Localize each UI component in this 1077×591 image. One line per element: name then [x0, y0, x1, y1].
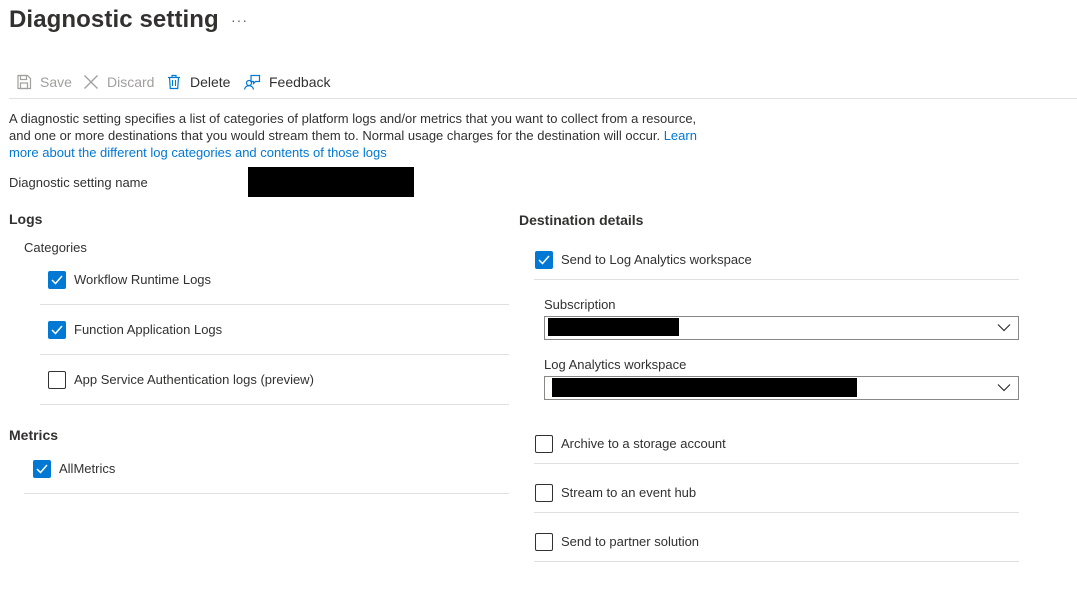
workspace-dropdown[interactable]: [544, 376, 1019, 400]
trash-icon: [168, 74, 180, 90]
destination-row-divider: [534, 561, 1019, 562]
categories-label: Categories: [24, 240, 87, 255]
logs-heading: Logs: [9, 211, 43, 227]
save-label: Save: [40, 74, 72, 90]
logs-row-divider: [40, 404, 509, 405]
allmetrics-label: AllMetrics: [59, 461, 116, 476]
partner-solution-label: Send to partner solution: [561, 534, 700, 549]
allmetrics-checkbox[interactable]: [33, 460, 51, 478]
log-analytics-checkbox[interactable]: [535, 251, 553, 269]
workspace-label: Log Analytics workspace: [544, 357, 687, 372]
app-service-auth-logs-label: App Service Authentication logs (preview…: [74, 372, 314, 387]
feedback-button[interactable]: Feedback: [243, 70, 330, 94]
workspace-value: [552, 378, 857, 397]
more-options-button[interactable]: ···: [231, 12, 248, 28]
archive-storage-label: Archive to a storage account: [561, 436, 726, 451]
archive-storage-checkbox[interactable]: [535, 435, 553, 453]
close-icon: [84, 75, 98, 89]
command-bar: Save Discard Delete Feedback: [0, 66, 1077, 98]
destination-heading: Destination details: [519, 212, 644, 228]
discard-label: Discard: [107, 74, 155, 90]
save-icon: [17, 74, 32, 90]
app-service-auth-logs-checkbox[interactable]: [48, 371, 66, 389]
workflow-runtime-logs-checkbox[interactable]: [48, 271, 66, 289]
destination-row-divider: [534, 279, 1019, 280]
setting-name-input[interactable]: [248, 167, 414, 197]
toolbar-divider: [9, 98, 1077, 99]
partner-solution-checkbox[interactable]: [535, 533, 553, 551]
feedback-label: Feedback: [269, 74, 331, 90]
metrics-heading: Metrics: [9, 427, 59, 443]
metrics-row-divider: [24, 493, 509, 494]
delete-label: Delete: [190, 74, 231, 90]
workflow-runtime-logs-label: Workflow Runtime Logs: [74, 272, 212, 287]
log-analytics-label: Send to Log Analytics workspace: [561, 252, 752, 267]
description-text: A diagnostic setting specifies a list of…: [9, 111, 697, 143]
function-application-logs-checkbox[interactable]: [48, 321, 66, 339]
chevron-down-icon: [997, 384, 1011, 392]
event-hub-checkbox[interactable]: [535, 484, 553, 502]
discard-button[interactable]: Discard: [83, 70, 154, 94]
checkmark-icon: [51, 275, 63, 285]
logs-row-divider: [40, 354, 509, 355]
function-application-logs-label: Function Application Logs: [74, 322, 223, 337]
checkmark-icon: [51, 325, 63, 335]
subscription-dropdown[interactable]: [544, 316, 1019, 340]
delete-button[interactable]: Delete: [166, 70, 230, 94]
checkmark-icon: [36, 464, 48, 474]
setting-name-label: Diagnostic setting name: [9, 175, 148, 190]
destination-row-divider: [534, 512, 1019, 513]
logs-row-divider: [40, 304, 509, 305]
event-hub-label: Stream to an event hub: [561, 485, 697, 500]
destination-row-divider: [534, 463, 1019, 464]
checkmark-icon: [538, 255, 550, 265]
subscription-value: [548, 318, 679, 336]
feedback-icon: [243, 74, 261, 90]
chevron-down-icon: [997, 324, 1011, 332]
page-title: Diagnostic setting: [9, 6, 219, 33]
subscription-label: Subscription: [544, 297, 616, 312]
save-button[interactable]: Save: [16, 70, 72, 94]
description: A diagnostic setting specifies a list of…: [9, 110, 709, 161]
